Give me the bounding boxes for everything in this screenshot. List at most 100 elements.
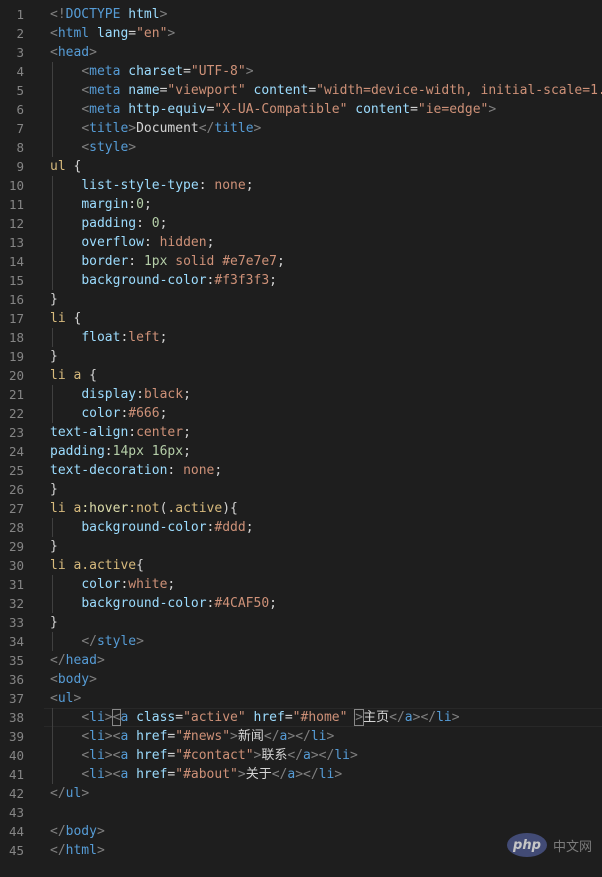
code-line[interactable]: 23 text-align:center; <box>0 423 602 442</box>
code-editor[interactable]: 1 <!DOCTYPE html> 2 <html lang="en"> 3 <head>… <box>0 5 602 860</box>
code-line[interactable]: 7 <title>Document</title> <box>0 119 602 138</box>
code-token: DOCTYPE <box>65 7 121 22</box>
code-line[interactable]: 29} <box>0 537 602 556</box>
code-line[interactable]: 30 li a.active{ <box>0 556 602 575</box>
line-number: 16 <box>8 292 24 307</box>
line-number: 27 <box>8 501 24 516</box>
code-token: </ <box>50 843 66 858</box>
code-line[interactable]: 8 <style> <box>0 138 602 157</box>
code-line[interactable]: 18 float:left; <box>0 328 602 347</box>
code-line[interactable]: 4 <meta charset="UTF-8"> <box>0 62 602 81</box>
code-line[interactable]: 19} <box>0 347 602 366</box>
line-number: 15 <box>8 273 24 288</box>
code-line[interactable]: 17 li { <box>0 309 602 328</box>
code-token: > <box>488 102 497 117</box>
code-token: 1px <box>143 254 168 269</box>
code-line[interactable]: 2 <html lang="en"> <box>0 24 602 43</box>
code-text: } <box>50 537 58 556</box>
code-line[interactable]: 5 <meta name="viewport" content="width=d… <box>0 81 602 100</box>
code-line[interactable]: 42 </ul> <box>0 784 602 803</box>
code-line[interactable]: 14 border: 1px solid #e7e7e7; <box>0 252 602 271</box>
code-line[interactable]: 26} <box>0 480 602 499</box>
code-line[interactable]: 35 </head> <box>0 651 602 670</box>
code-line[interactable]: 34 </style> <box>0 632 602 651</box>
code-token: </ <box>271 767 288 782</box>
code-token: 新闻 <box>237 729 264 744</box>
code-token: 联系 <box>261 748 288 763</box>
line-number: 23 <box>8 425 24 440</box>
code-line[interactable]: 21 display:black; <box>0 385 602 404</box>
code-line[interactable]: 9 ul { <box>0 157 602 176</box>
code-text: margin:0; <box>50 195 151 214</box>
code-token: href <box>136 748 168 763</box>
code-line[interactable]: 11 margin:0; <box>0 195 602 214</box>
code-line[interactable]: 12 padding: 0; <box>0 214 602 233</box>
code-line[interactable]: 1 <!DOCTYPE html> <box>0 5 602 24</box>
code-token: ul <box>57 691 74 706</box>
code-token: > <box>230 729 238 744</box>
code-token: : <box>136 216 152 231</box>
code-token: ></ <box>310 748 335 763</box>
code-token: ></ <box>287 729 311 744</box>
code-line[interactable]: 36 <body> <box>0 670 602 689</box>
code-line[interactable]: 25 text-decoration: none; <box>0 461 602 480</box>
code-token: = <box>284 710 293 725</box>
code-line[interactable]: 40 <li><a href="#contact">联系</a></li> <box>0 746 602 765</box>
code-token: { <box>65 311 82 326</box>
code-line[interactable]: 15 background-color:#f3f3f3; <box>0 271 602 290</box>
code-text: <html lang="en"> <box>50 24 175 43</box>
code-text: li a.active{ <box>50 556 144 575</box>
code-token: 主页 <box>363 710 390 725</box>
code-line[interactable]: 31 color:white; <box>0 575 602 594</box>
code-line[interactable]: 33} <box>0 613 602 632</box>
code-line[interactable]: 28 background-color:#ddd; <box>0 518 602 537</box>
code-token: color <box>81 577 121 592</box>
code-token: style <box>89 140 129 155</box>
code-token: > <box>354 709 365 726</box>
code-token: Document <box>136 121 199 136</box>
code-line[interactable]: 41 <li><a href="#about">关于</a></li> <box>0 765 602 784</box>
code-line[interactable]: 39 <li><a href="#news">新闻</a></li> <box>0 727 602 746</box>
code-token: = <box>175 710 184 725</box>
code-token: { <box>65 159 82 174</box>
code-token: >< <box>104 767 121 782</box>
code-line[interactable]: 38 <li><a class="active" href="#home" >主… <box>0 708 602 727</box>
code-line[interactable]: 13 overflow: hidden; <box>0 233 602 252</box>
code-token: ; <box>167 577 176 592</box>
code-token: title <box>214 121 254 136</box>
code-line[interactable]: 20 li a { <box>0 366 602 385</box>
code-line[interactable]: 16} <box>0 290 602 309</box>
code-line[interactable]: 3 <head> <box>0 43 602 62</box>
line-number: 12 <box>8 216 24 231</box>
code-token: http-equiv <box>128 102 207 117</box>
line-number: 32 <box>8 596 24 611</box>
code-token: meta <box>89 102 121 117</box>
code-token: ; <box>245 520 254 535</box>
line-number: 35 <box>8 653 24 668</box>
code-token: "UTF-8" <box>190 64 246 79</box>
code-token: > <box>89 672 97 687</box>
code-line[interactable]: 32 background-color:#4CAF50; <box>0 594 602 613</box>
code-line[interactable]: 43 <box>0 803 602 822</box>
code-line[interactable]: 24 padding:14px 16px; <box>0 442 602 461</box>
code-token: text-align <box>50 425 129 440</box>
code-text: padding: 0; <box>50 214 167 233</box>
code-token: html <box>128 7 160 22</box>
code-line[interactable]: 37 <ul> <box>0 689 602 708</box>
code-line[interactable]: 22 color:#666; <box>0 404 602 423</box>
line-number: 21 <box>8 387 24 402</box>
code-line[interactable]: 27 li a:hover:not(.active){ <box>0 499 602 518</box>
code-line[interactable]: 6 <meta http-equiv = "X-UA-Compatible" con… <box>0 100 602 119</box>
line-number: 10 <box>8 178 24 193</box>
code-text: text-align:center; <box>50 423 191 442</box>
code-line[interactable]: 10 list-style-type: none; <box>0 176 602 195</box>
code-token: </ <box>287 748 304 763</box>
code-text: } <box>50 290 58 309</box>
code-token: .active <box>167 501 223 516</box>
line-number: 17 <box>8 311 24 326</box>
code-token: :not <box>128 501 160 516</box>
code-token: > <box>237 767 246 782</box>
